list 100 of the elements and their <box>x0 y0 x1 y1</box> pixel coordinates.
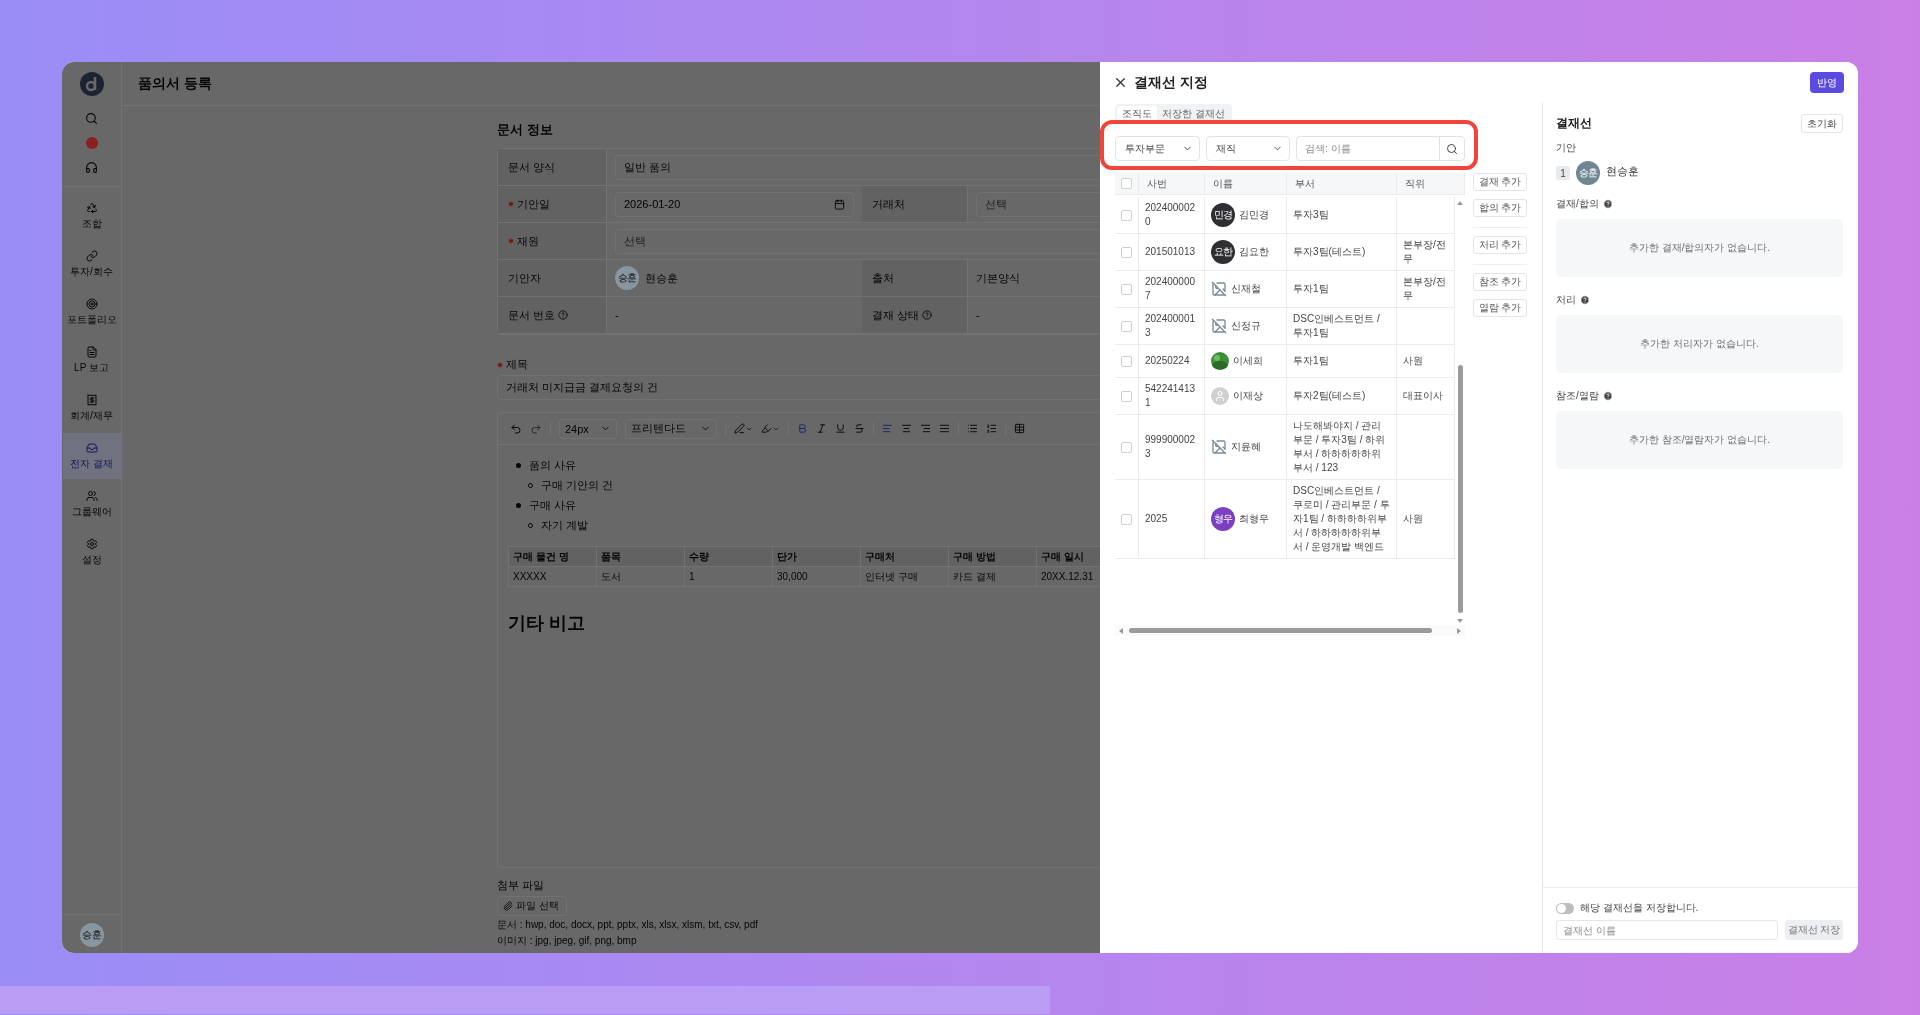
scroll-right-icon[interactable] <box>1455 626 1463 635</box>
horizontal-scrollbar[interactable] <box>1115 625 1465 636</box>
empty-message: 추가한 결재/합의자가 없습니다. <box>1556 219 1843 277</box>
field-value: - <box>615 309 619 321</box>
table-cell: 2024000013 <box>1139 308 1205 344</box>
tab[interactable]: 저장한 결재선 <box>1157 106 1230 122</box>
numbered-list-icon[interactable] <box>986 423 997 434</box>
help-icon <box>922 310 933 320</box>
date-field[interactable]: 2026-01-20 <box>615 191 854 217</box>
checkbox[interactable] <box>1121 283 1132 295</box>
page-title: 품의서 등록 <box>138 74 212 93</box>
user-avatar: 민경 <box>1211 203 1235 227</box>
user-avatar[interactable]: 승훈 <box>79 923 104 947</box>
table-header: 구매 방법 <box>949 547 1037 567</box>
user-avatar: 승훈 <box>615 266 639 290</box>
sidebar-item[interactable]: 포트폴리오 <box>62 289 121 335</box>
checkbox[interactable] <box>1121 209 1132 221</box>
sidebar-item[interactable]: 회계/재무 <box>62 385 121 431</box>
file-select-button[interactable]: 파일 선택 <box>497 896 567 916</box>
font-size-select[interactable]: 24px <box>559 418 617 439</box>
file-type-note: 문서 : hwp, doc, docx, ppt, pptx, xls, xlsx, xlsm, txt, csv, pdf <box>497 918 759 932</box>
table-cell: 나도해봐야지 / 관리부문 / 투자3팀 / 하위 부서 / 하하하하하위부서 / 123 <box>1287 415 1397 479</box>
table-header: 구매처 <box>861 547 949 567</box>
table-cell: 2024000007 <box>1139 271 1205 307</box>
checkbox[interactable] <box>1121 390 1132 402</box>
table-cell: XXXXX <box>509 567 597 587</box>
bullet-icon <box>516 462 521 468</box>
bullet-icon <box>516 502 521 508</box>
notification-dot-icon[interactable] <box>85 137 98 149</box>
order-badge: 1 <box>1556 166 1570 180</box>
checkbox[interactable] <box>1121 441 1132 453</box>
checkbox[interactable] <box>1121 513 1132 525</box>
table-header: 구매 일시 <box>1037 547 1100 567</box>
highlighter-icon[interactable] <box>761 423 780 434</box>
underline-icon[interactable] <box>835 423 846 434</box>
column-header: 이름 <box>1205 173 1287 194</box>
align-center-icon[interactable] <box>901 423 912 434</box>
users-icon <box>85 489 98 502</box>
align-right-icon[interactable] <box>920 423 931 434</box>
page-scrollbar[interactable] <box>0 986 1050 1014</box>
pen-color-icon[interactable] <box>734 423 753 434</box>
redo-icon[interactable] <box>530 422 542 435</box>
department-select[interactable]: 투자부문 <box>1115 136 1200 161</box>
headset-icon[interactable] <box>85 161 98 174</box>
table-header: 수량 <box>685 547 773 567</box>
sidebar-item[interactable]: 설정 <box>62 529 121 575</box>
field-label: 거래처 <box>862 186 968 223</box>
checkbox[interactable] <box>1121 246 1132 258</box>
sidebar-item[interactable]: 투자/회수 <box>62 241 121 287</box>
table-cell: 대표이사 <box>1397 378 1455 414</box>
add-button[interactable]: 합의 추가 <box>1473 199 1527 217</box>
search-icon[interactable] <box>85 112 98 125</box>
scroll-left-icon[interactable] <box>1117 626 1125 635</box>
bold-icon[interactable] <box>797 423 808 434</box>
logo-icon[interactable] <box>79 72 104 96</box>
sidebar-item[interactable]: LP 보고 <box>62 337 121 383</box>
checkbox[interactable] <box>1121 178 1132 189</box>
add-button[interactable]: 처리 추가 <box>1473 236 1527 254</box>
strikethrough-icon[interactable] <box>854 423 865 434</box>
sidebar-item[interactable]: 전자 결재 <box>62 433 121 479</box>
table-cell: DSC인베스트먼트 / 쿠로미 / 관리부문 / 투자1팀 / 하하하하위부서 / 하하하하하위부서 / 운영개발 백엔드 <box>1287 480 1397 558</box>
help-icon <box>1602 391 1613 401</box>
select-field[interactable]: 선택 <box>615 228 1100 254</box>
person-name: 김요한 <box>1239 245 1269 259</box>
status-select[interactable]: 재직 <box>1205 136 1290 161</box>
field-label: 재원 <box>498 223 607 260</box>
table-cell: 투자1팀 <box>1287 271 1397 307</box>
form-field[interactable]: 일반 품의 <box>615 154 1100 180</box>
font-select[interactable]: 프리텐다드 <box>625 418 717 439</box>
table-cell: 사원 <box>1397 480 1455 558</box>
settings-icon <box>85 537 98 550</box>
field-label: 문서 번호 <box>498 297 607 334</box>
field-value: - <box>976 309 980 321</box>
search-bar[interactable]: 검색: 이름 <box>1296 136 1465 161</box>
add-button[interactable]: 결재 추가 <box>1473 173 1527 191</box>
link-icon <box>85 249 98 262</box>
inbox-icon <box>85 441 98 454</box>
close-icon[interactable] <box>1113 75 1128 90</box>
person-name: 김민경 <box>1239 208 1269 222</box>
apply-button[interactable]: 반영 <box>1810 72 1844 93</box>
checkbox[interactable] <box>1121 355 1132 367</box>
add-button[interactable]: 열람 추가 <box>1473 299 1527 317</box>
person-name: 현승훈 <box>1606 163 1639 179</box>
field-value: 기본양식 <box>976 270 1020 286</box>
search-field[interactable]: 검색: 이름 <box>1297 142 1439 155</box>
sidebar-item[interactable]: 조합 <box>62 193 121 239</box>
sidebar-item[interactable]: 그룹웨어 <box>62 481 121 527</box>
add-button[interactable]: 참조 추가 <box>1473 273 1527 291</box>
user-avatar: 승훈 <box>1576 161 1600 185</box>
checkbox[interactable] <box>1121 320 1132 332</box>
align-justify-icon[interactable] <box>939 423 950 434</box>
align-left-icon[interactable] <box>882 423 893 434</box>
title-field[interactable]: 거래처 미지급금 결제요청의 건 <box>497 375 1100 400</box>
reset-button[interactable]: 초기화 <box>1801 114 1843 133</box>
undo-icon[interactable] <box>510 422 522 435</box>
italic-icon[interactable] <box>816 423 827 434</box>
bullet-list-icon[interactable] <box>967 423 978 434</box>
help-icon <box>558 310 569 320</box>
table-icon[interactable] <box>1014 423 1025 434</box>
scroll-up-icon[interactable] <box>1456 199 1464 207</box>
